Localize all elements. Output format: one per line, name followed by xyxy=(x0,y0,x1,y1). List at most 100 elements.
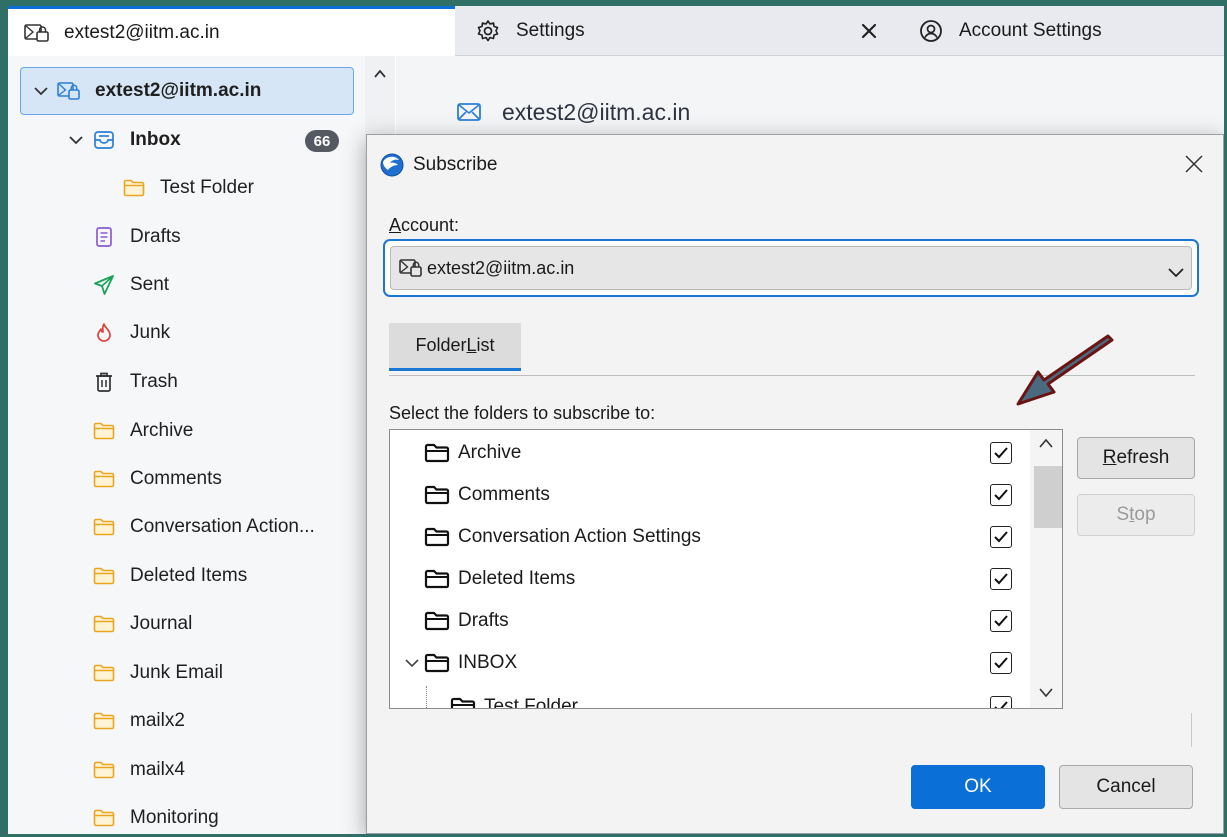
folder-label: Sent xyxy=(130,274,170,295)
ok-button[interactable]: OK xyxy=(911,765,1045,809)
dialog-title-text: Subscribe xyxy=(413,154,498,175)
subscribe-checkbox[interactable] xyxy=(990,696,1012,708)
folder-archive[interactable]: Archive xyxy=(92,409,193,453)
folder-label: Test Folder xyxy=(160,177,254,198)
folder-junk-email[interactable]: Junk Email xyxy=(92,651,223,695)
stop-button[interactable]: St op xyxy=(1077,494,1195,536)
inbox-icon xyxy=(92,129,116,151)
folder-sent[interactable]: Sent xyxy=(92,263,169,307)
folder-name: Drafts xyxy=(458,610,509,631)
folder-comments[interactable]: Comments xyxy=(92,457,222,501)
subscribe-dialog: Subscribe Account: extest2@iitm.ac.in Fo… xyxy=(366,134,1224,834)
annotation-arrow-icon xyxy=(1012,332,1122,412)
refresh-button[interactable]: Refresh xyxy=(1077,437,1195,479)
folder-inbox[interactable]: Inbox xyxy=(66,118,181,162)
tab-folder-list[interactable]: Folder List xyxy=(389,323,521,371)
account-label: Account: xyxy=(389,215,460,235)
folder-name: Deleted Items xyxy=(458,568,576,589)
folder-name: Archive xyxy=(458,442,522,463)
folder-icon xyxy=(450,696,480,708)
folder-mailx4[interactable]: mailx4 xyxy=(92,748,185,792)
tab-mail[interactable]: extest2@iitm.ac.in xyxy=(8,6,455,56)
folder-icon xyxy=(424,568,454,590)
account-settings-icon xyxy=(919,19,949,43)
account-settings-title: extest2@iitm.ac.in xyxy=(502,98,691,125)
folder-trash[interactable]: Trash xyxy=(92,360,178,404)
folder-name: INBOX xyxy=(458,652,518,673)
list-item[interactable]: Conversation Action Settings xyxy=(390,516,1030,558)
list-item[interactable]: Drafts xyxy=(390,600,1030,642)
fire-icon xyxy=(92,322,116,344)
tab-account-settings[interactable]: Account Settings xyxy=(913,6,1224,56)
mail-account-icon xyxy=(57,80,81,102)
folder-deleted-items[interactable]: Deleted Items xyxy=(92,554,247,598)
tab-bar: extest2@iitm.ac.in Settings Account Sett… xyxy=(8,6,1224,56)
folder-label: Junk Email xyxy=(130,662,223,683)
tab-settings-label: Settings xyxy=(516,20,585,41)
close-icon[interactable] xyxy=(1183,153,1209,179)
folder-icon xyxy=(92,468,116,490)
list-item[interactable]: Archive xyxy=(390,432,1030,474)
folder-junk[interactable]: Junk xyxy=(92,311,170,355)
scroll-up-icon[interactable] xyxy=(1038,436,1054,454)
account-select[interactable]: extest2@iitm.ac.in xyxy=(383,239,1199,297)
folder-icon xyxy=(92,807,116,829)
folder-name: Test Folder xyxy=(484,696,578,709)
unread-count-badge: 66 xyxy=(305,130,339,152)
gear-icon xyxy=(476,19,506,43)
subscribe-checkbox[interactable] xyxy=(990,442,1012,464)
close-tab-icon[interactable] xyxy=(856,18,882,44)
trash-icon xyxy=(92,371,116,393)
folder-icon xyxy=(424,610,454,632)
folder-inbox-label: Inbox xyxy=(130,129,181,150)
folder-icon xyxy=(424,484,454,506)
folder-icon xyxy=(92,710,116,732)
folder-icon xyxy=(92,759,116,781)
send-icon xyxy=(92,274,116,296)
folder-journal[interactable]: Journal xyxy=(92,602,192,646)
list-item[interactable]: Deleted Items xyxy=(390,558,1030,600)
folder-icon xyxy=(92,516,116,538)
mail-account-icon xyxy=(399,258,425,278)
folder-icon xyxy=(424,652,454,674)
subscribe-checkbox[interactable] xyxy=(990,568,1012,590)
cancel-button[interactable]: Cancel xyxy=(1059,765,1193,809)
mail-account-icon xyxy=(24,21,54,45)
thunderbird-logo-icon xyxy=(379,152,405,178)
list-item[interactable]: Test Folder xyxy=(390,686,1030,709)
chevron-down-icon[interactable] xyxy=(31,86,51,96)
account-select-value[interactable]: extest2@iitm.ac.in xyxy=(390,246,1192,290)
scroll-down-icon[interactable] xyxy=(1038,686,1054,704)
chevron-down-icon[interactable] xyxy=(400,653,424,673)
subscribe-checkbox[interactable] xyxy=(990,652,1012,674)
folder-label: mailx2 xyxy=(130,710,185,731)
folder-icon xyxy=(122,177,146,199)
folder-icon xyxy=(92,662,116,684)
list-item[interactable]: INBOX xyxy=(390,642,1030,684)
subscribe-checkbox[interactable] xyxy=(990,526,1012,548)
folder-drafts[interactable]: Drafts xyxy=(92,215,181,259)
dialog-title: Subscribe xyxy=(379,151,498,179)
folder-label: Junk xyxy=(130,322,171,343)
tab-settings[interactable]: Settings xyxy=(470,6,900,56)
folder-mailx2[interactable]: mailx2 xyxy=(92,699,185,743)
chevron-down-icon[interactable] xyxy=(1167,263,1185,278)
list-item[interactable]: Comments xyxy=(390,474,1030,516)
folder-conversation-action-settings[interactable]: Conversation Action... xyxy=(92,505,315,549)
select-folders-label: Select the folders to subscribe to: xyxy=(389,403,656,423)
drafts-icon xyxy=(92,226,116,248)
subscribe-checkbox[interactable] xyxy=(990,484,1012,506)
folder-account-row[interactable]: extest2@iitm.ac.in xyxy=(20,67,354,115)
scrollbar-thumb[interactable] xyxy=(1034,466,1062,528)
folder-icon xyxy=(424,442,454,464)
folder-label: Archive xyxy=(130,420,194,441)
chevron-down-icon[interactable] xyxy=(66,135,86,145)
subscribe-folder-list[interactable]: Archive Comments Conversation Action Set… xyxy=(389,429,1063,709)
scroll-up-icon[interactable] xyxy=(372,66,388,82)
folder-monitoring[interactable]: Monitoring xyxy=(92,796,219,834)
divider xyxy=(1191,713,1192,747)
folder-label: Monitoring xyxy=(130,807,219,828)
subscribe-checkbox[interactable] xyxy=(990,610,1012,632)
folder-test-folder[interactable]: Test Folder xyxy=(122,166,254,210)
folder-label: Conversation Action... xyxy=(130,516,315,537)
